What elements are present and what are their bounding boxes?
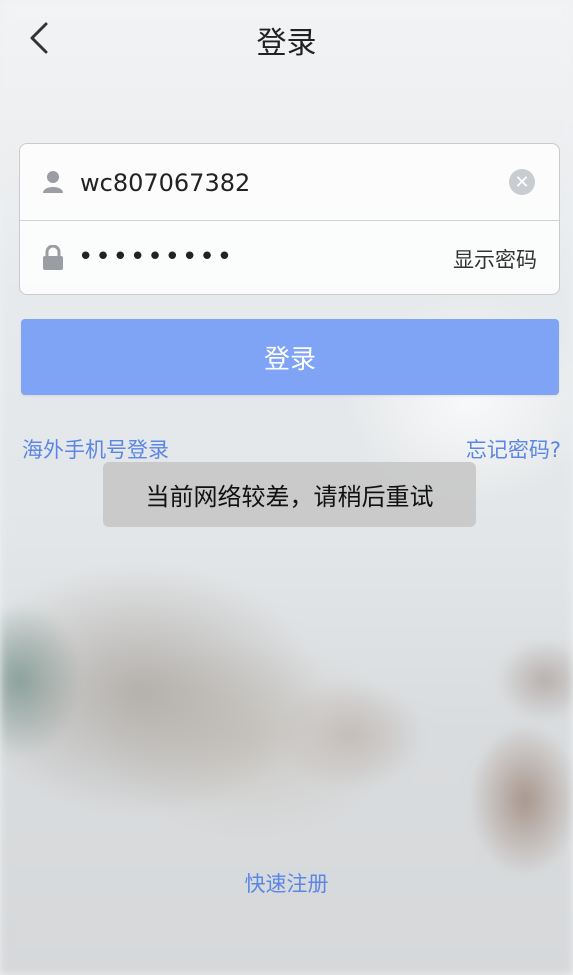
top-bar: 登录 — [0, 0, 573, 76]
overseas-phone-login-link[interactable]: 海外手机号登录 — [22, 434, 169, 464]
login-button[interactable]: 登录 — [21, 319, 559, 395]
forgot-password-link[interactable]: 忘记密码? — [466, 434, 561, 464]
show-password-button[interactable]: 显示密码 — [453, 244, 537, 274]
user-icon — [42, 169, 64, 195]
password-row: ••••••••• 显示密码 — [20, 220, 559, 294]
login-form: ✕ ••••••••• 显示密码 — [19, 143, 560, 295]
lock-icon — [42, 244, 64, 271]
network-error-toast: 当前网络较差，请稍后重试 — [103, 462, 476, 527]
page-title: 登录 — [256, 26, 317, 61]
password-input[interactable]: ••••••••• — [78, 244, 234, 270]
clear-icon: ✕ — [514, 171, 530, 193]
clear-username-button[interactable]: ✕ — [509, 169, 535, 195]
username-row: ✕ — [20, 144, 559, 221]
quick-register-link[interactable]: 快速注册 — [0, 868, 573, 898]
username-input[interactable] — [78, 164, 462, 202]
